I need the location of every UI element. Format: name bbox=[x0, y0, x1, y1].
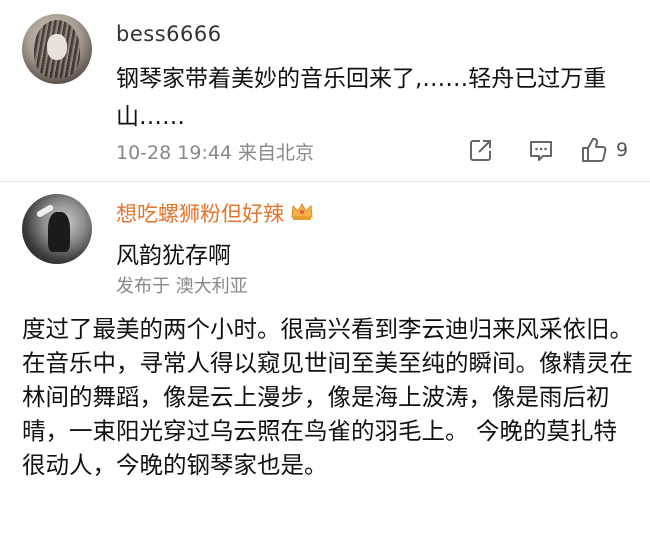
like-count: 9 bbox=[616, 139, 629, 161]
avatar-figure bbox=[48, 212, 70, 252]
comment-text: 钢琴家带着美妙的音乐回来了,……轻舟已过万重山…… bbox=[116, 66, 607, 130]
username-text: 想吃螺狮粉但好辣 bbox=[116, 202, 284, 226]
comment-username[interactable]: 想吃螺狮粉但好辣 bbox=[116, 198, 314, 228]
like-icon bbox=[582, 137, 607, 162]
crown-icon bbox=[290, 201, 314, 226]
avatar[interactable] bbox=[22, 194, 92, 264]
comment-item: bess6666 钢琴家带着美妙的音乐回来了,……轻舟已过万重山…… 10-28… bbox=[0, 0, 650, 182]
avatar-face bbox=[47, 34, 67, 60]
share-button[interactable] bbox=[468, 136, 494, 164]
share-icon bbox=[470, 140, 491, 161]
comment-username[interactable]: bess6666 bbox=[116, 22, 222, 46]
avatar[interactable] bbox=[22, 14, 92, 84]
comment-meta: 10-28 19:44 来自北京 bbox=[116, 142, 315, 164]
like-button[interactable]: 9 bbox=[580, 136, 628, 164]
article-text: 度过了最美的两个小时。很高兴看到李云迪归来风采依旧。 在音乐中，寻常人得以窥见世… bbox=[22, 315, 633, 479]
comment-text: 风韵犹存啊 bbox=[116, 243, 231, 269]
comment-button[interactable] bbox=[528, 136, 554, 164]
comment-meta: 发布于 澳大利亚 bbox=[116, 276, 248, 297]
comment-item: 想吃螺狮粉但好辣 风韵犹存啊 发布于 澳大利亚 bbox=[0, 182, 650, 300]
comment-icon bbox=[530, 141, 552, 161]
